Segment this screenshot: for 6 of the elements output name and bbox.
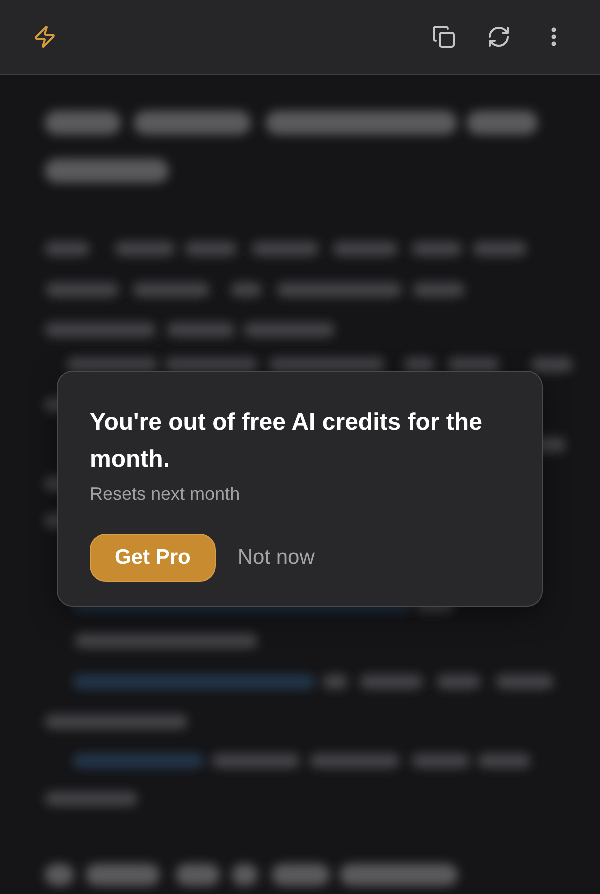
copy-icon[interactable]	[432, 25, 456, 49]
dialog-subtitle: Resets next month	[90, 483, 240, 506]
lightning-bolt-icon[interactable]	[33, 25, 57, 49]
refresh-icon[interactable]	[487, 25, 511, 49]
dialog-title: You're out of free AI credits for the month.	[90, 408, 484, 475]
secondary-button[interactable]: Not now	[238, 534, 315, 582]
